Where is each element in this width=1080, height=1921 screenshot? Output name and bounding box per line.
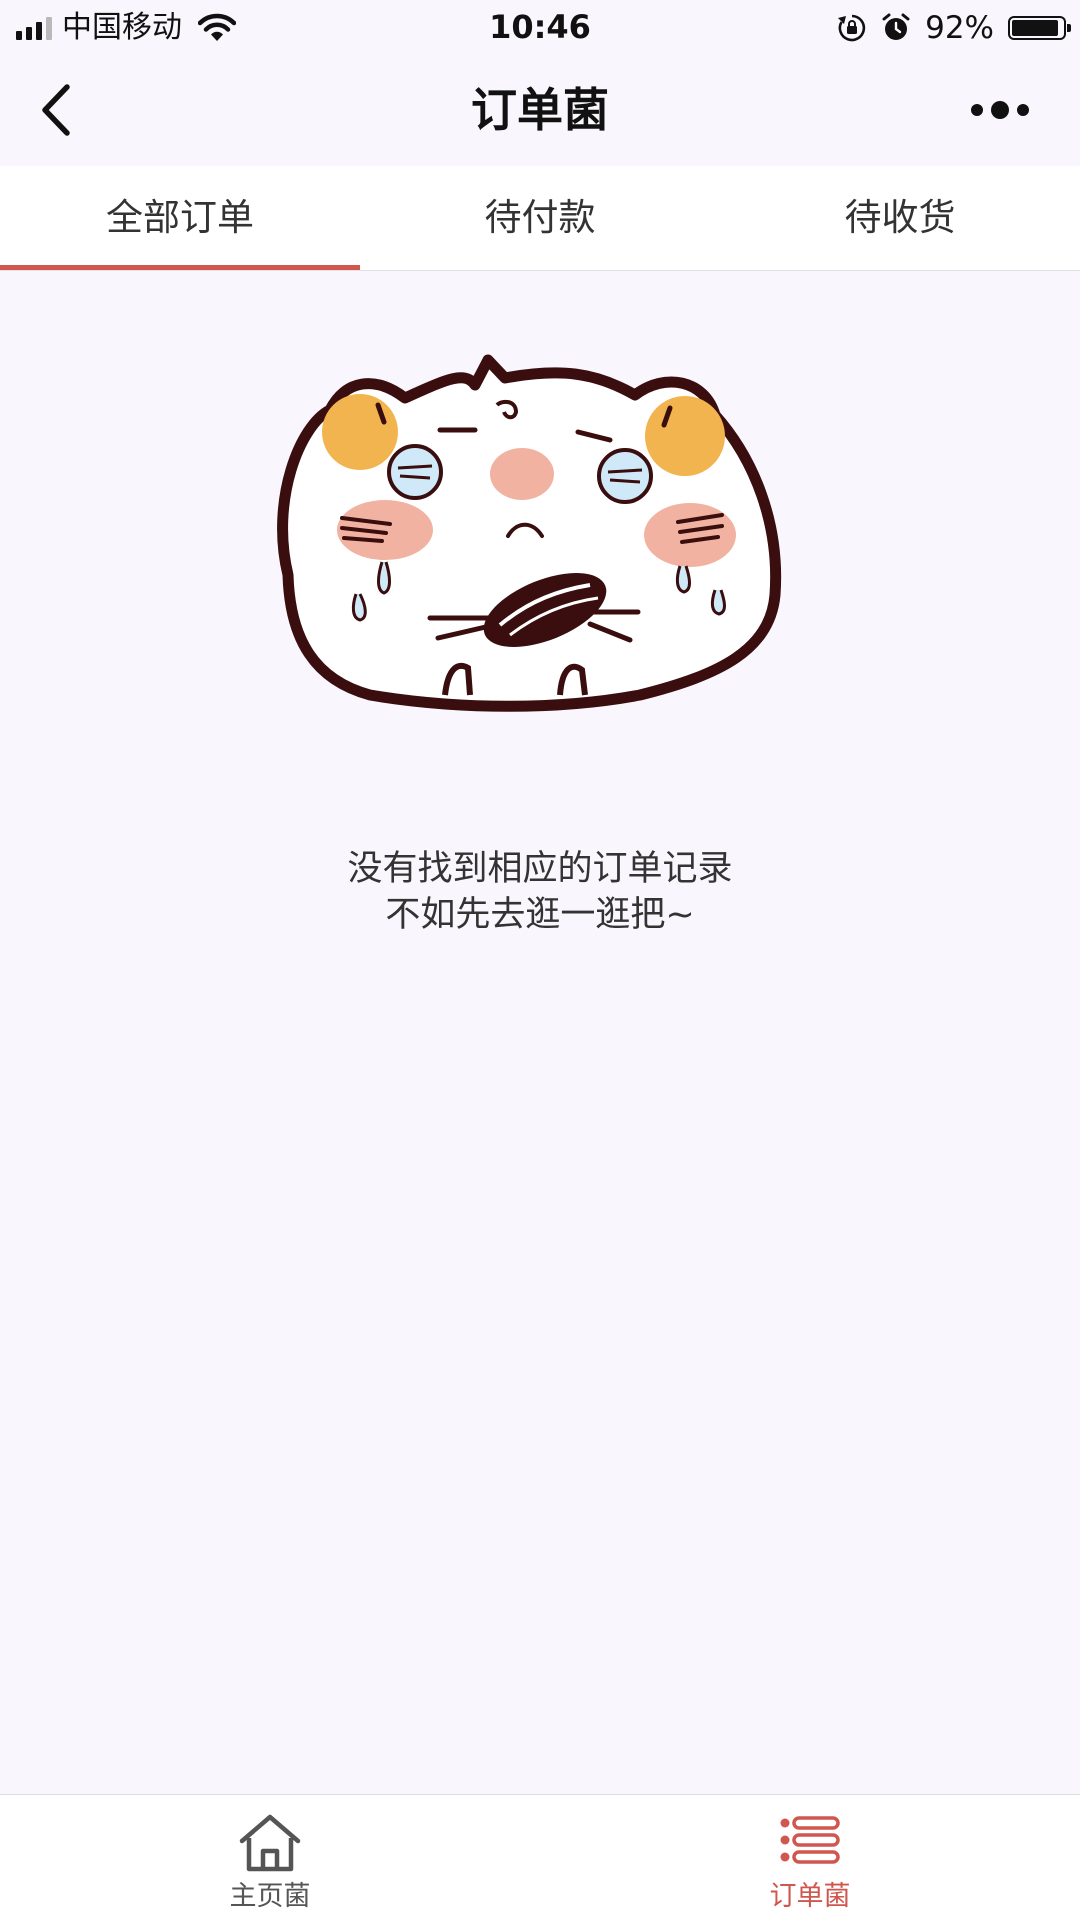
more-button[interactable] bbox=[960, 90, 1040, 130]
battery-percentage: 92% bbox=[925, 10, 994, 46]
home-icon bbox=[239, 1814, 301, 1872]
status-bar: 中国移动 10:46 92% bbox=[0, 0, 1080, 54]
back-button[interactable] bbox=[26, 80, 86, 140]
chevron-left-icon bbox=[42, 84, 70, 136]
more-dot-right bbox=[1017, 104, 1029, 116]
tab-all-orders[interactable]: 全部订单 bbox=[0, 166, 360, 270]
page-title: 订单菌 bbox=[471, 83, 609, 137]
tab-pending-payment[interactable]: 待付款 bbox=[360, 166, 720, 270]
tabbar-label-orders: 订单菌 bbox=[769, 1881, 851, 1912]
more-dots-icon bbox=[971, 104, 983, 116]
navigation-bar: 订单菌 bbox=[0, 54, 1080, 166]
alarm-icon bbox=[882, 13, 910, 40]
empty-message-line2: 不如先去逛一逛把~ bbox=[385, 895, 695, 935]
tabbar-item-home[interactable]: 主页菌 bbox=[0, 1795, 540, 1921]
order-tabs: 全部订单 待付款 待收货 bbox=[0, 166, 1080, 271]
tabbar-item-orders[interactable]: 订单菌 bbox=[540, 1795, 1080, 1921]
tab-pending-receipt[interactable]: 待收货 bbox=[720, 166, 1080, 270]
more-dot-center bbox=[991, 101, 1009, 119]
order-list-icon bbox=[780, 1816, 840, 1864]
status-right: 92% bbox=[837, 8, 1071, 48]
battery-fill bbox=[1012, 20, 1058, 36]
battery-icon bbox=[1008, 16, 1071, 40]
bottom-tab-bar: 主页菌 订单菌 bbox=[0, 1794, 1080, 1921]
tabbar-label-home: 主页菌 bbox=[229, 1881, 311, 1912]
crying-hamster-illustration bbox=[277, 354, 782, 712]
rotation-lock-icon bbox=[838, 14, 866, 42]
empty-message-line1: 没有找到相应的订单记录 bbox=[347, 849, 733, 889]
